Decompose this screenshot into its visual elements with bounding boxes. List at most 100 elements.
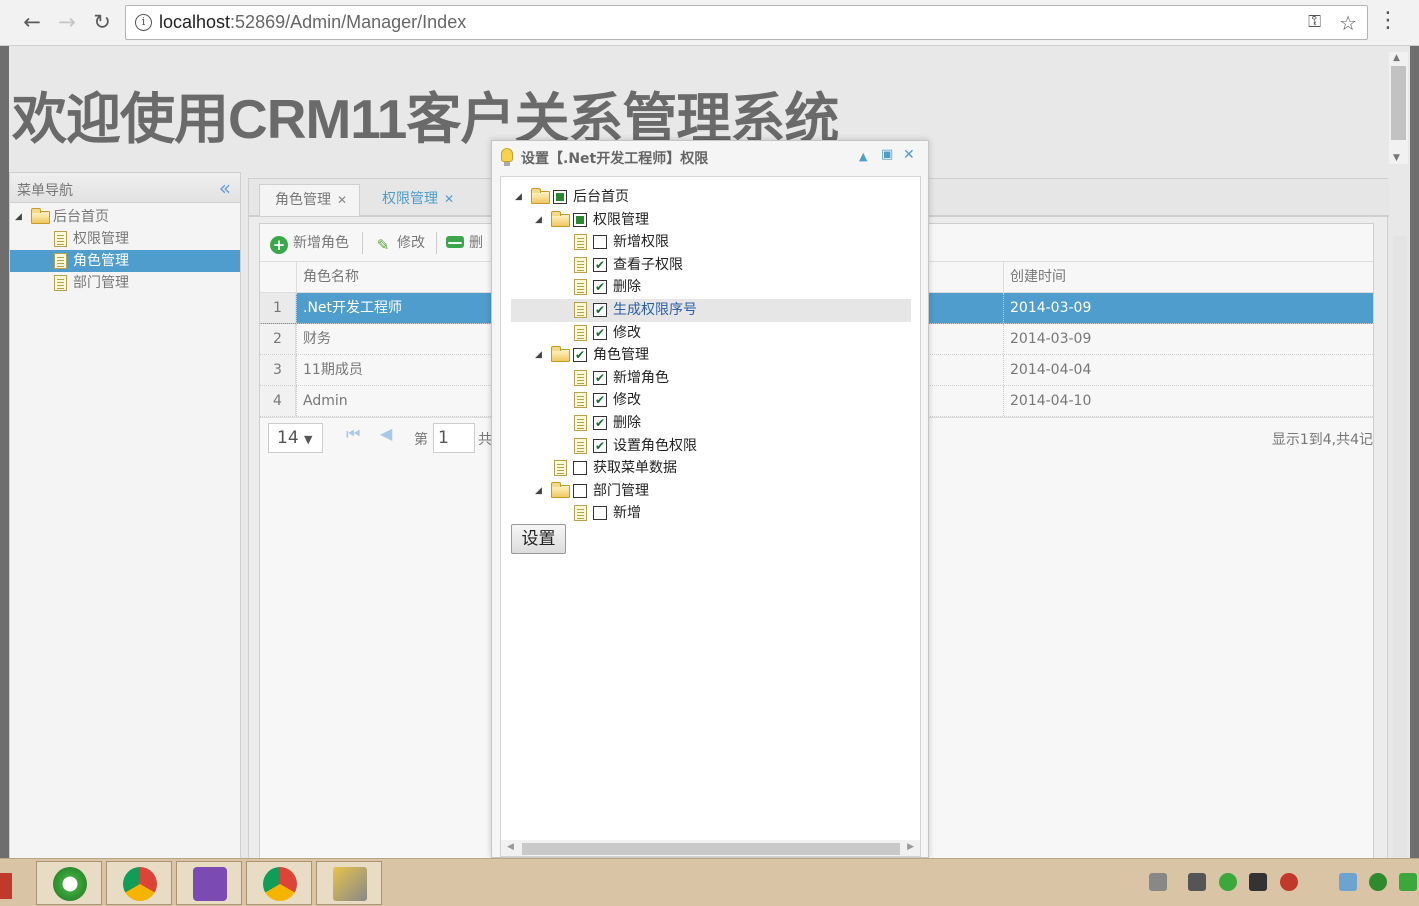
tree-node[interactable]: 新增	[511, 502, 911, 525]
checkbox-checked[interactable]	[593, 393, 607, 408]
scroll-left-icon[interactable]: ◀	[507, 842, 514, 852]
button-label: 新增角色	[293, 235, 349, 251]
close-icon[interactable]: ✕	[337, 193, 347, 207]
checkbox-partial[interactable]	[573, 212, 587, 227]
tree-node[interactable]: ◢ 部门管理	[511, 480, 911, 503]
checkbox-checked[interactable]	[593, 325, 607, 340]
checkbox-unchecked[interactable]	[573, 461, 587, 476]
tree-node[interactable]: 新增权限	[511, 231, 911, 254]
collapse-icon[interactable]: ▲	[859, 150, 867, 163]
app-tray-icon[interactable]	[1280, 873, 1298, 891]
windows-tray-icon[interactable]	[1188, 873, 1206, 891]
tree-node[interactable]: ◢ 后台首页	[511, 186, 911, 209]
tree-node[interactable]: ◢ 角色管理	[511, 344, 911, 367]
checkbox-unchecked[interactable]	[593, 506, 607, 521]
menu-item-home[interactable]: ◢ 后台首页	[10, 206, 240, 228]
delete-button[interactable]: — 删	[446, 232, 483, 254]
scroll-down-icon[interactable]: ▼	[1393, 153, 1400, 163]
close-icon[interactable]: ✕	[903, 147, 915, 163]
keyboard-tray-icon[interactable]	[1149, 873, 1167, 891]
created-time-cell: 2014-03-09	[1003, 293, 1360, 323]
address-bar[interactable]: i localhost:52869/Admin/Manager/Index ⚿ …	[125, 5, 1368, 40]
shield-tray-icon[interactable]	[1399, 873, 1417, 891]
page-total-label: 共	[478, 432, 492, 448]
scroll-up-icon[interactable]: ▲	[1393, 53, 1400, 63]
tree-node[interactable]: 删除	[511, 412, 911, 435]
taskbar-chrome-app-2[interactable]	[246, 861, 312, 905]
info-icon[interactable]: i	[135, 14, 152, 31]
close-icon[interactable]: ✕	[444, 192, 454, 206]
tree-node-label: 权限管理	[593, 211, 649, 228]
checkbox-unchecked[interactable]	[593, 235, 607, 250]
checkbox-checked[interactable]	[593, 370, 607, 385]
add-role-button[interactable]: + 新增角色	[270, 232, 349, 254]
browser-menu-icon[interactable]: ⋮	[1377, 8, 1399, 34]
tree-node[interactable]: 设置角色权限	[511, 435, 911, 458]
network-tray-icon[interactable]	[1339, 873, 1357, 891]
monitor-tray-icon[interactable]	[1249, 873, 1267, 891]
submit-permission-button[interactable]: 设置	[511, 524, 566, 554]
checkbox-checked[interactable]	[593, 302, 607, 317]
tree-node[interactable]: 生成权限序号	[511, 298, 911, 322]
tree-node-label: 删除	[613, 279, 641, 296]
checkbox-checked[interactable]	[593, 438, 607, 453]
checkbox-checked[interactable]	[593, 280, 607, 295]
tree-node[interactable]: 获取菜单数据	[511, 457, 911, 480]
back-arrow-icon[interactable]: ←	[19, 9, 45, 35]
tools-icon	[333, 867, 367, 901]
expand-triangle-icon[interactable]: ◢	[515, 186, 527, 208]
tree-node[interactable]: ◢ 权限管理	[511, 209, 911, 232]
scroll-right-icon[interactable]: ▶	[907, 842, 914, 852]
tab-role-management[interactable]: 角色管理 ✕	[259, 184, 361, 216]
start-corner-icon[interactable]	[0, 873, 12, 899]
forward-arrow-icon[interactable]: →	[54, 9, 80, 35]
prev-page-icon[interactable]: ◀	[380, 424, 392, 443]
key-icon[interactable]: ⚿	[1308, 12, 1321, 32]
dialog-horizontal-scrollbar[interactable]: ◀ ▶	[501, 840, 920, 856]
first-page-icon[interactable]: ⏮	[346, 424, 360, 444]
page-size-select[interactable]: 14 ▼	[268, 423, 323, 453]
folder-icon	[531, 188, 550, 204]
checkbox-unchecked[interactable]	[573, 483, 587, 498]
taskbar-tools-app[interactable]	[316, 861, 382, 905]
checkbox-checked[interactable]	[593, 415, 607, 430]
collapse-left-icon[interactable]: «	[219, 176, 231, 200]
bookmark-star-icon[interactable]: ☆	[1339, 11, 1357, 35]
reload-icon[interactable]: ↻	[89, 9, 115, 35]
page-size-value: 14	[277, 428, 299, 448]
url-text[interactable]: localhost:52869/Admin/Manager/Index	[159, 12, 466, 33]
taskbar-visual-studio-app[interactable]	[176, 861, 242, 905]
menu-item-label: 部门管理	[73, 275, 129, 291]
tree-node[interactable]: 新增角色	[511, 367, 911, 390]
column-header-created-time[interactable]: 创建时间	[1003, 262, 1360, 292]
dialog-body: ◢ 后台首页 ◢ 权限管理 新增权限 查看子权限	[500, 176, 921, 857]
tree-node[interactable]: 修改	[511, 322, 911, 345]
checkbox-partial[interactable]	[553, 190, 567, 204]
tree-node[interactable]: 修改	[511, 389, 911, 412]
tree-node[interactable]: 查看子权限	[511, 254, 911, 277]
expand-triangle-icon[interactable]: ◢	[535, 209, 547, 231]
menu-item-department[interactable]: 部门管理	[10, 272, 240, 294]
menu-item-label: 后台首页	[53, 209, 109, 225]
folder-icon	[551, 481, 570, 498]
scrollbar-thumb[interactable]	[522, 843, 900, 855]
scrollbar-thumb[interactable]	[1391, 66, 1406, 140]
page-number-input[interactable]: 1	[433, 423, 475, 453]
menu-item-role[interactable]: 角色管理	[10, 250, 240, 272]
edit-button[interactable]: ✎ 修改	[374, 232, 425, 254]
maximize-icon[interactable]: ▣	[881, 147, 893, 162]
menu-item-permission[interactable]: 权限管理	[10, 228, 240, 250]
taskbar-chrome-app[interactable]	[106, 861, 172, 905]
checkbox-checked[interactable]	[593, 257, 607, 272]
tab-permission-management[interactable]: 权限管理 ✕	[367, 184, 466, 216]
taskbar-ie-app[interactable]	[36, 861, 102, 905]
ie-tray-icon[interactable]	[1219, 873, 1237, 891]
add-tray-icon[interactable]	[1369, 873, 1387, 891]
checkbox-checked[interactable]	[573, 348, 587, 363]
tree-node[interactable]: 删除	[511, 276, 911, 299]
expand-triangle-icon[interactable]: ◢	[535, 344, 547, 366]
north-scrollbar[interactable]: ▲ ▼	[1389, 52, 1408, 164]
page-scrollbar[interactable]	[1393, 236, 1407, 858]
expand-triangle-icon[interactable]: ◢	[535, 480, 547, 502]
expand-triangle-icon[interactable]: ◢	[15, 206, 27, 228]
